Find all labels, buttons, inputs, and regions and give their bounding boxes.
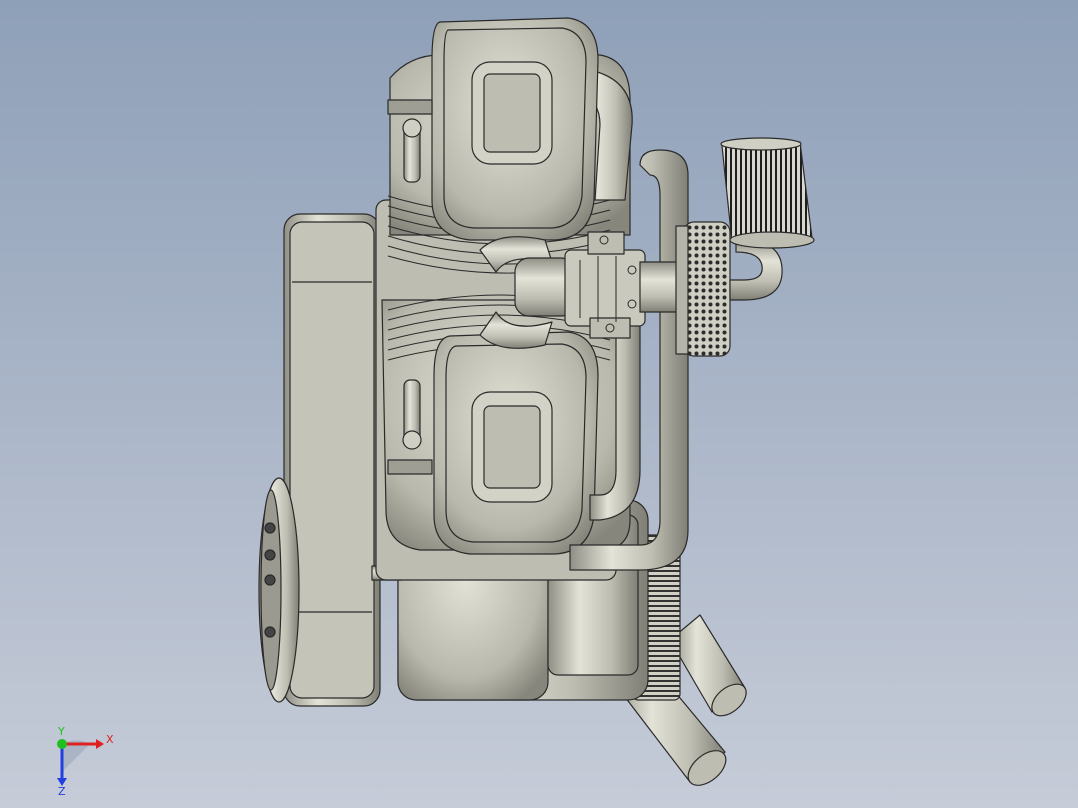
triad-graphic (57, 739, 104, 786)
engine-model[interactable] (0, 0, 1078, 808)
y-axis-dot (57, 739, 67, 749)
x-axis-label: X (106, 733, 114, 746)
y-axis-label: Y (58, 725, 65, 738)
z-axis-label: Z (58, 785, 66, 798)
graphics-viewport[interactable]: X Y Z (0, 0, 1078, 808)
coordinate-triad: X Y Z (40, 722, 130, 802)
